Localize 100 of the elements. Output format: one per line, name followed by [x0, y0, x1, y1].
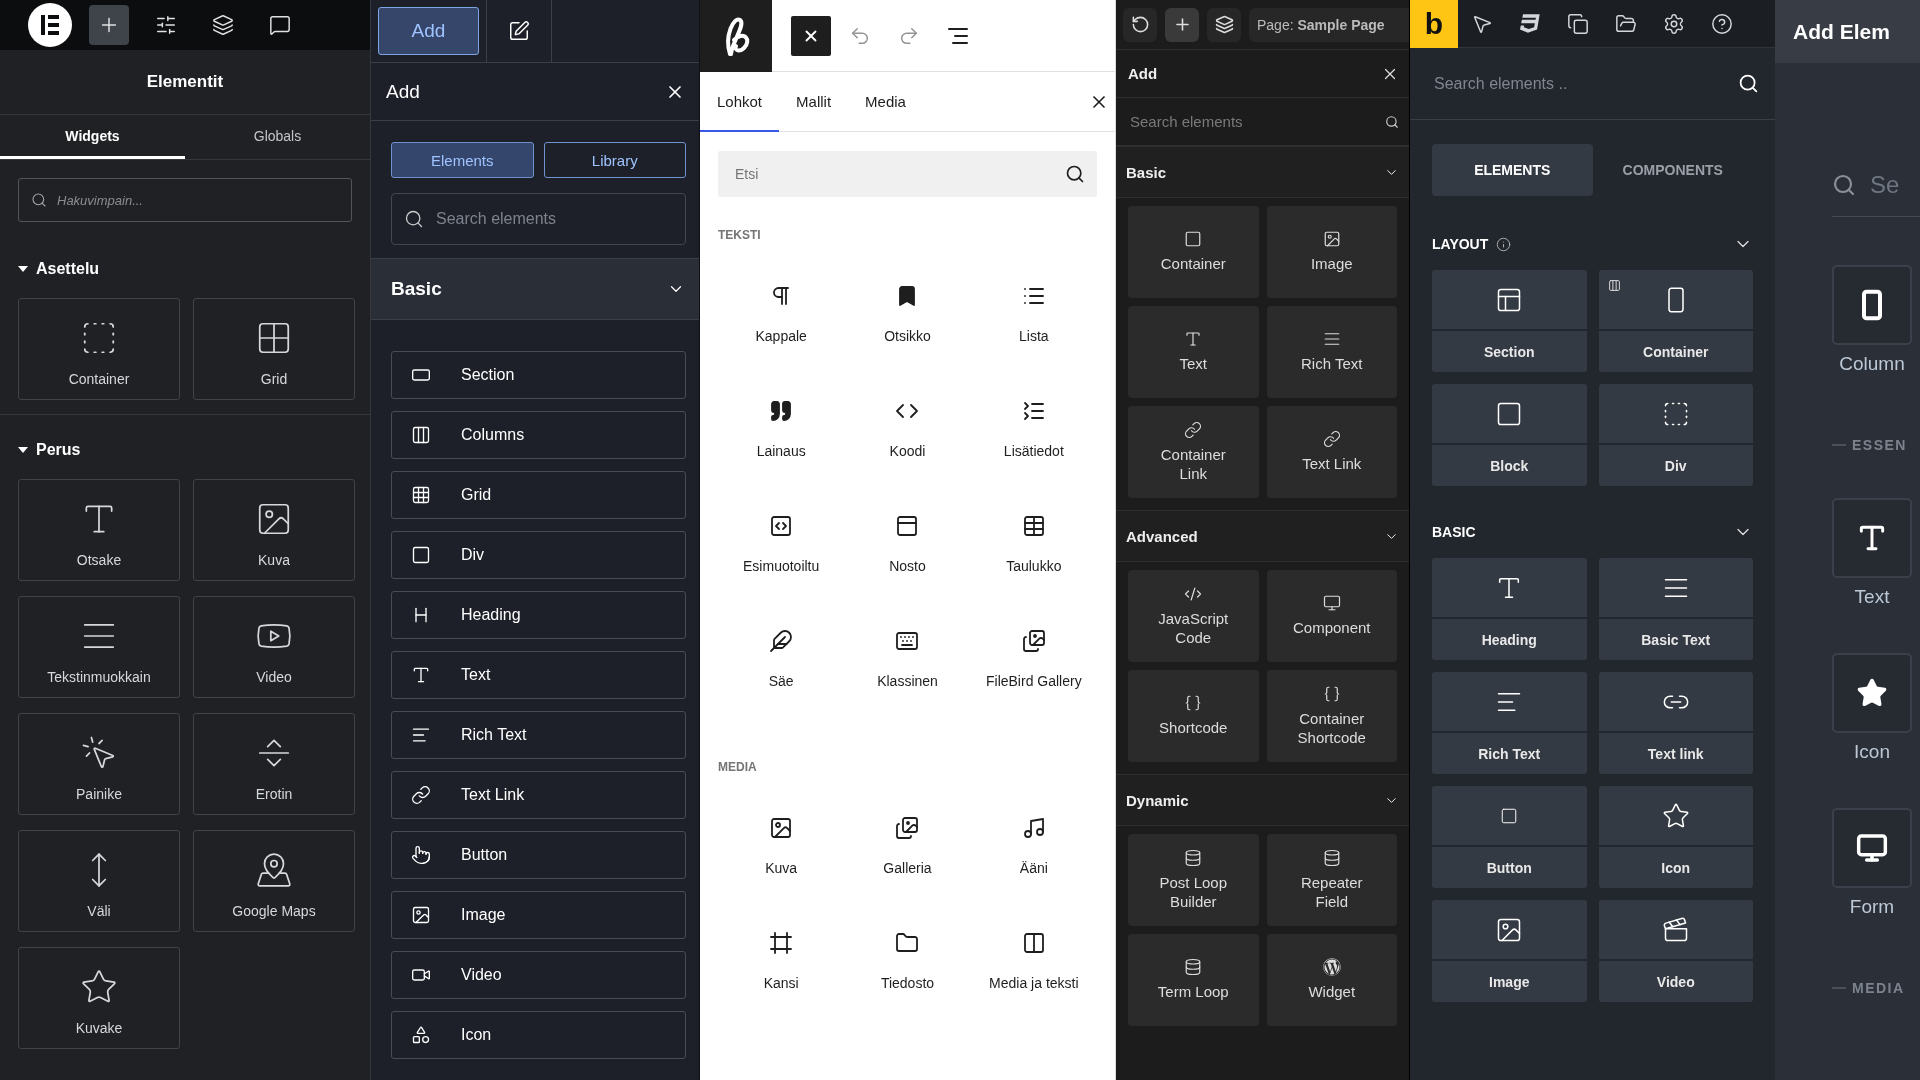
element-item[interactable]: Icon [391, 1011, 686, 1059]
element-tile[interactable]: Rich Text [1266, 306, 1397, 398]
element-tile[interactable]: Section [1432, 270, 1587, 372]
element-tile[interactable]: Basic Text [1598, 558, 1753, 660]
search-bar[interactable]: Etsi [718, 151, 1097, 197]
edit-button[interactable] [486, 0, 552, 62]
tab[interactable]: Library [543, 142, 686, 178]
block-item[interactable]: Koodi [844, 375, 971, 490]
element-tile[interactable]: Shortcode [1128, 670, 1259, 762]
element-item[interactable]: Text Link [391, 771, 686, 819]
element-tile[interactable]: Text link [1598, 672, 1753, 774]
element-tile[interactable]: Google Maps [193, 830, 355, 932]
element-tile[interactable]: Widget [1266, 934, 1397, 1026]
element-tile[interactable]: Painike [18, 713, 180, 815]
block-item[interactable]: Lainaus [718, 375, 845, 490]
block-item[interactable]: Kuva [718, 792, 845, 907]
element-tile[interactable]: Image [1266, 206, 1397, 298]
element-tile[interactable]: Tekstinmuokkain [18, 596, 180, 698]
group-header[interactable]: Basic [1116, 146, 1409, 198]
element-tile[interactable]: Väli [18, 830, 180, 932]
element-tile[interactable]: Div [1598, 384, 1753, 486]
group-header[interactable]: Advanced [1116, 510, 1409, 562]
search-input[interactable]: Search elements .. [1432, 73, 1738, 94]
block-item[interactable]: Esimuotoiltu [718, 490, 845, 605]
element-item[interactable]: Heading [391, 591, 686, 639]
search-input[interactable]: Se [1870, 170, 1910, 199]
block-item[interactable]: Otsikko [844, 260, 971, 375]
element-item[interactable]: Section [391, 351, 686, 399]
add-button[interactable]: Add [378, 7, 479, 55]
element-tile[interactable]: Text Link [1266, 406, 1397, 498]
block-item[interactable]: Lista [970, 260, 1097, 375]
tab[interactable]: Media [848, 72, 923, 132]
element-item[interactable]: Text [391, 651, 686, 699]
element-tile[interactable] [1832, 653, 1912, 733]
block-item[interactable]: Ääni [970, 792, 1097, 907]
block-item[interactable]: Kappale [718, 260, 845, 375]
tab[interactable]: Mallit [779, 72, 849, 132]
element-tile[interactable]: Container [18, 298, 180, 400]
tab[interactable]: Elements [391, 142, 534, 178]
block-item[interactable]: Taulukko [970, 490, 1097, 605]
tab[interactable]: COMPONENTS [1592, 144, 1753, 196]
element-tile[interactable]: Image [1432, 900, 1587, 1002]
element-tile[interactable]: Otsake [18, 479, 180, 581]
element-tile[interactable]: Icon [1598, 786, 1753, 888]
toolbar-button[interactable] [1123, 7, 1157, 42]
element-tile[interactable]: Button [1432, 786, 1587, 888]
tab[interactable]: Widgets [0, 115, 185, 159]
element-item[interactable]: Div [391, 531, 686, 579]
block-item[interactable]: Galleria [844, 792, 971, 907]
block-item[interactable]: Kansi [718, 907, 845, 1022]
search-input[interactable]: Etsi [733, 165, 1065, 183]
element-tile[interactable]: Container Link [1128, 406, 1259, 498]
toolbar-button[interactable] [1207, 7, 1241, 42]
element-tile[interactable]: Rich Text [1432, 672, 1587, 774]
element-item[interactable]: Video [391, 951, 686, 999]
block-item[interactable]: Lisätiedot [970, 375, 1097, 490]
element-tile[interactable]: Kuva [193, 479, 355, 581]
logo[interactable]: b [1410, 0, 1458, 48]
element-tile[interactable]: Term Loop [1128, 934, 1259, 1026]
element-item[interactable]: Columns [391, 411, 686, 459]
block-item[interactable]: FileBird Gallery [970, 605, 1097, 720]
tab[interactable]: Globals [185, 115, 370, 159]
block-item[interactable]: Media ja teksti [970, 907, 1097, 1022]
block-item[interactable]: Nosto [844, 490, 971, 605]
element-tile[interactable]: JavaScript Code [1128, 570, 1259, 662]
caret-icon[interactable] [18, 264, 28, 274]
element-tile[interactable]: Block [1432, 384, 1587, 486]
element-tile[interactable]: Component [1266, 570, 1397, 662]
element-tile[interactable]: Text [1128, 306, 1259, 398]
element-tile[interactable] [1832, 265, 1912, 345]
element-tile[interactable] [1832, 808, 1912, 888]
block-item[interactable]: Klassinen [844, 605, 971, 720]
group-header[interactable]: Dynamic [1116, 774, 1409, 826]
tab[interactable]: Lohkot [700, 72, 780, 132]
element-item[interactable]: Grid [391, 471, 686, 519]
element-item[interactable]: Image [391, 891, 686, 939]
element-tile[interactable]: Grid [193, 298, 355, 400]
page-selector[interactable]: Page: Sample Page [1249, 7, 1409, 42]
element-tile[interactable] [1832, 498, 1912, 578]
toolbar-button[interactable] [1165, 7, 1199, 42]
element-tile[interactable]: Erotin [193, 713, 355, 815]
block-item[interactable]: Tiedosto [844, 907, 971, 1022]
block-item[interactable]: Säe [718, 605, 845, 720]
element-tile[interactable]: Video [193, 596, 355, 698]
element-tile[interactable]: Repeater Field [1266, 834, 1397, 926]
search-input[interactable]: Hakuvimpain... [55, 191, 339, 209]
search-input[interactable]: Search elements [434, 209, 673, 229]
element-item[interactable]: Rich Text [391, 711, 686, 759]
close-button[interactable] [791, 15, 831, 56]
element-tile[interactable]: Container Shortcode [1266, 670, 1397, 762]
element-tile[interactable]: Heading [1432, 558, 1587, 660]
search-bar[interactable]: Hakuvimpain... [18, 178, 352, 222]
search-bar[interactable]: Search elements [391, 193, 686, 245]
element-tile[interactable]: Post Loop Builder [1128, 834, 1259, 926]
element-tile[interactable]: Container [1598, 270, 1753, 372]
element-tile[interactable]: Kuvake [18, 947, 180, 1049]
element-tile[interactable]: Video [1598, 900, 1753, 1002]
section-bar[interactable]: Basic [371, 258, 699, 320]
tab[interactable]: ELEMENTS [1432, 144, 1593, 196]
search-input[interactable]: Search elements [1128, 112, 1385, 131]
